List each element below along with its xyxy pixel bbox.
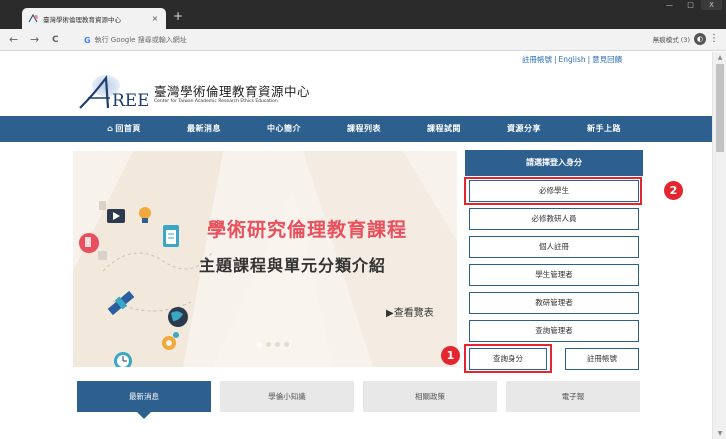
aree-logo-mark: REE	[79, 74, 148, 110]
role-query-admin-button[interactable]: 查詢管理者	[469, 320, 639, 342]
nav-courses[interactable]: 課程列表	[324, 116, 404, 142]
role-individual-button[interactable]: 個人註冊	[469, 236, 639, 258]
google-icon: G	[84, 35, 91, 45]
main-navigation: ⌂ 回首頁 最新消息 中心簡介 課程列表 課程試閱 資源分享 新手上路	[0, 116, 712, 142]
role-required-faculty-button[interactable]: 必修教研人員	[469, 208, 639, 230]
incognito-label[interactable]: 無痕模式 (3)	[653, 34, 690, 44]
close-window-button[interactable]: X	[701, 0, 722, 10]
browser-window: 臺灣學術倫理教育資源中心 × + — □ X ← → C G 執行 Google…	[0, 0, 726, 439]
tab-close-icon[interactable]: ×	[150, 14, 160, 23]
banner-subtitle: 主題課程與單元分類介紹	[199, 256, 387, 275]
english-link[interactable]: English	[559, 55, 586, 64]
step-badge-2: 2	[664, 181, 683, 200]
step-badge-1: 1	[441, 346, 460, 365]
highlight-box-1	[464, 344, 552, 373]
nav-home-label: 回首頁	[115, 124, 141, 133]
svg-text:REE: REE	[112, 91, 148, 110]
highlight-box-2	[464, 177, 642, 205]
feedback-link[interactable]: 意見回饋	[592, 55, 622, 64]
browser-tab[interactable]: 臺灣學術倫理教育資源中心 ×	[22, 8, 166, 29]
role-faculty-admin-button[interactable]: 教研管理者	[469, 292, 639, 314]
forward-button[interactable]: →	[30, 33, 39, 47]
banner-title: 學術研究倫理教育課程	[207, 219, 408, 241]
site-name: 臺灣學術倫理教育資源中心	[154, 84, 311, 99]
new-tab-button[interactable]: +	[173, 9, 183, 23]
nav-getting-started[interactable]: 新手上路	[564, 116, 644, 142]
maximize-button[interactable]: □	[680, 0, 701, 10]
site-logo[interactable]: REE 臺灣學術倫理教育資源中心 Center for Taiwan Acade…	[76, 74, 310, 112]
view-list-link[interactable]: ▶查看覽表	[386, 304, 434, 319]
nav-resources[interactable]: 資源分享	[484, 116, 564, 142]
divider: |	[554, 55, 557, 64]
home-icon: ⌂	[107, 124, 114, 133]
login-role-header: 請選擇登入身分	[465, 150, 643, 176]
scroll-down-icon[interactable]: ▼	[713, 430, 726, 437]
page-viewport: 註冊帳號 | English | 意見回饋 REE 臺灣學術倫理教育資源中心 Cente…	[0, 52, 712, 439]
address-bar[interactable]: G 執行 Google 搜尋或輸入網址	[84, 32, 694, 48]
nav-home[interactable]: ⌂ 回首頁	[84, 116, 164, 142]
carousel-dot[interactable]	[257, 342, 262, 347]
tab-latest-news[interactable]: 最新消息	[77, 381, 211, 412]
scroll-up-icon[interactable]: ▲	[713, 54, 726, 61]
incognito-profile-icon[interactable]: ◐	[694, 33, 706, 45]
tab-ethics-knowledge[interactable]: 學倫小知識	[220, 381, 354, 412]
active-tab-caret	[137, 412, 151, 419]
scroll-thumb[interactable]	[716, 64, 724, 152]
nav-about[interactable]: 中心簡介	[244, 116, 324, 142]
content-tabs: 最新消息 學倫小知識 相關政策 電子報	[77, 381, 642, 419]
aree-favicon-icon	[28, 14, 38, 23]
browser-titlebar: 臺灣學術倫理教育資源中心 × + — □ X	[0, 0, 726, 29]
reload-button[interactable]: C	[52, 33, 59, 47]
page-scrollbar[interactable]: ▲ ▼	[712, 52, 726, 439]
tab-newsletter[interactable]: 電子報	[506, 381, 640, 412]
hero-banner[interactable]: 學術研究倫理教育課程 主題課程與單元分類介紹 ▶查看覽表	[73, 151, 457, 367]
role-student-admin-button[interactable]: 學生管理者	[469, 264, 639, 286]
divider: |	[587, 55, 591, 64]
carousel-indicators	[257, 342, 289, 347]
browser-menu-icon[interactable]: ⋮	[709, 32, 719, 46]
register-link[interactable]: 註冊帳號	[522, 55, 552, 64]
top-links: 註冊帳號 | English | 意見回饋	[522, 54, 622, 65]
carousel-dot[interactable]	[266, 342, 271, 347]
carousel-dot[interactable]	[275, 342, 280, 347]
browser-toolbar: ← → C G 執行 Google 搜尋或輸入網址 無痕模式 (3) ◐ ⋮	[0, 29, 726, 51]
window-controls: — □ X	[659, 0, 722, 10]
nav-course-preview[interactable]: 課程試閱	[404, 116, 484, 142]
back-button[interactable]: ←	[9, 33, 18, 47]
nav-news[interactable]: 最新消息	[164, 116, 244, 142]
tab-title: 臺灣學術倫理教育資源中心	[43, 15, 121, 24]
tab-related-policies[interactable]: 相關政策	[363, 381, 497, 412]
address-placeholder: 執行 Google 搜尋或輸入網址	[94, 36, 187, 44]
carousel-dot[interactable]	[284, 342, 289, 347]
site-name-english: Center for Taiwan Academic Research Ethi…	[154, 99, 278, 104]
register-account-button[interactable]: 註冊帳號	[565, 348, 639, 370]
minimize-button[interactable]: —	[659, 0, 680, 10]
